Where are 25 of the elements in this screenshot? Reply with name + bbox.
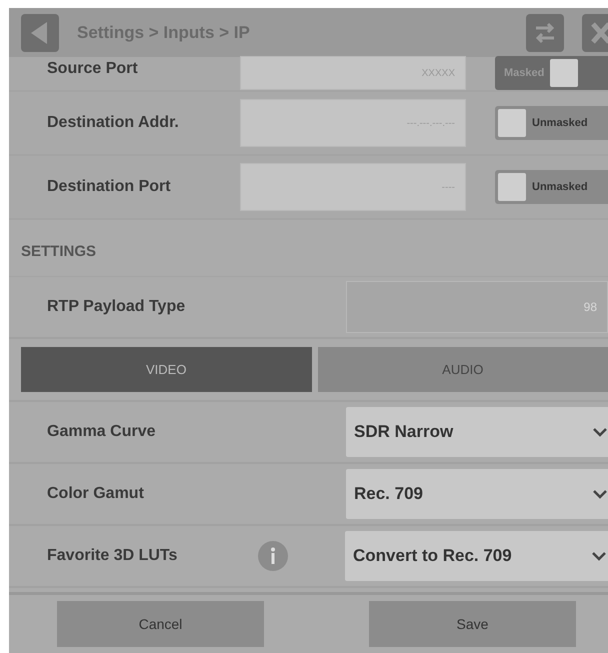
dropdown[interactable]: SDR Narrow bbox=[346, 407, 608, 457]
footer-button[interactable]: Save bbox=[369, 601, 576, 647]
chevron-down-icon bbox=[592, 488, 608, 500]
dropdown[interactable]: Convert to Rec. 709 bbox=[345, 531, 608, 581]
swap-button[interactable] bbox=[526, 14, 564, 52]
info-icon[interactable] bbox=[258, 541, 288, 571]
field-label: Color Gamut bbox=[46, 485, 145, 503]
input-field[interactable]: ---.---.---.--- bbox=[240, 99, 466, 147]
input-field[interactable]: ---- bbox=[240, 163, 466, 211]
field-label: RTP Payload Type bbox=[46, 298, 186, 316]
field-label: Favorite 3D LUTs bbox=[46, 547, 178, 565]
footer-button[interactable]: Cancel bbox=[57, 601, 264, 647]
field-label: Source Port bbox=[46, 60, 139, 79]
mask-toggle[interactable]: Unmasked bbox=[495, 170, 608, 204]
mask-toggle[interactable]: Unmasked bbox=[495, 106, 608, 140]
tab[interactable]: VIDEO bbox=[21, 347, 312, 392]
back-button[interactable] bbox=[21, 14, 59, 52]
field-label: Destination Port bbox=[46, 178, 172, 196]
tab[interactable]: AUDIO bbox=[318, 347, 608, 392]
field-label: Gamma Curve bbox=[46, 423, 156, 441]
chevron-down-icon bbox=[591, 550, 607, 562]
field-label: Destination Addr. bbox=[46, 114, 180, 132]
dropdown[interactable]: Rec. 709 bbox=[346, 469, 608, 519]
chevron-down-icon bbox=[592, 426, 608, 438]
section-title: SETTINGS bbox=[21, 242, 96, 260]
